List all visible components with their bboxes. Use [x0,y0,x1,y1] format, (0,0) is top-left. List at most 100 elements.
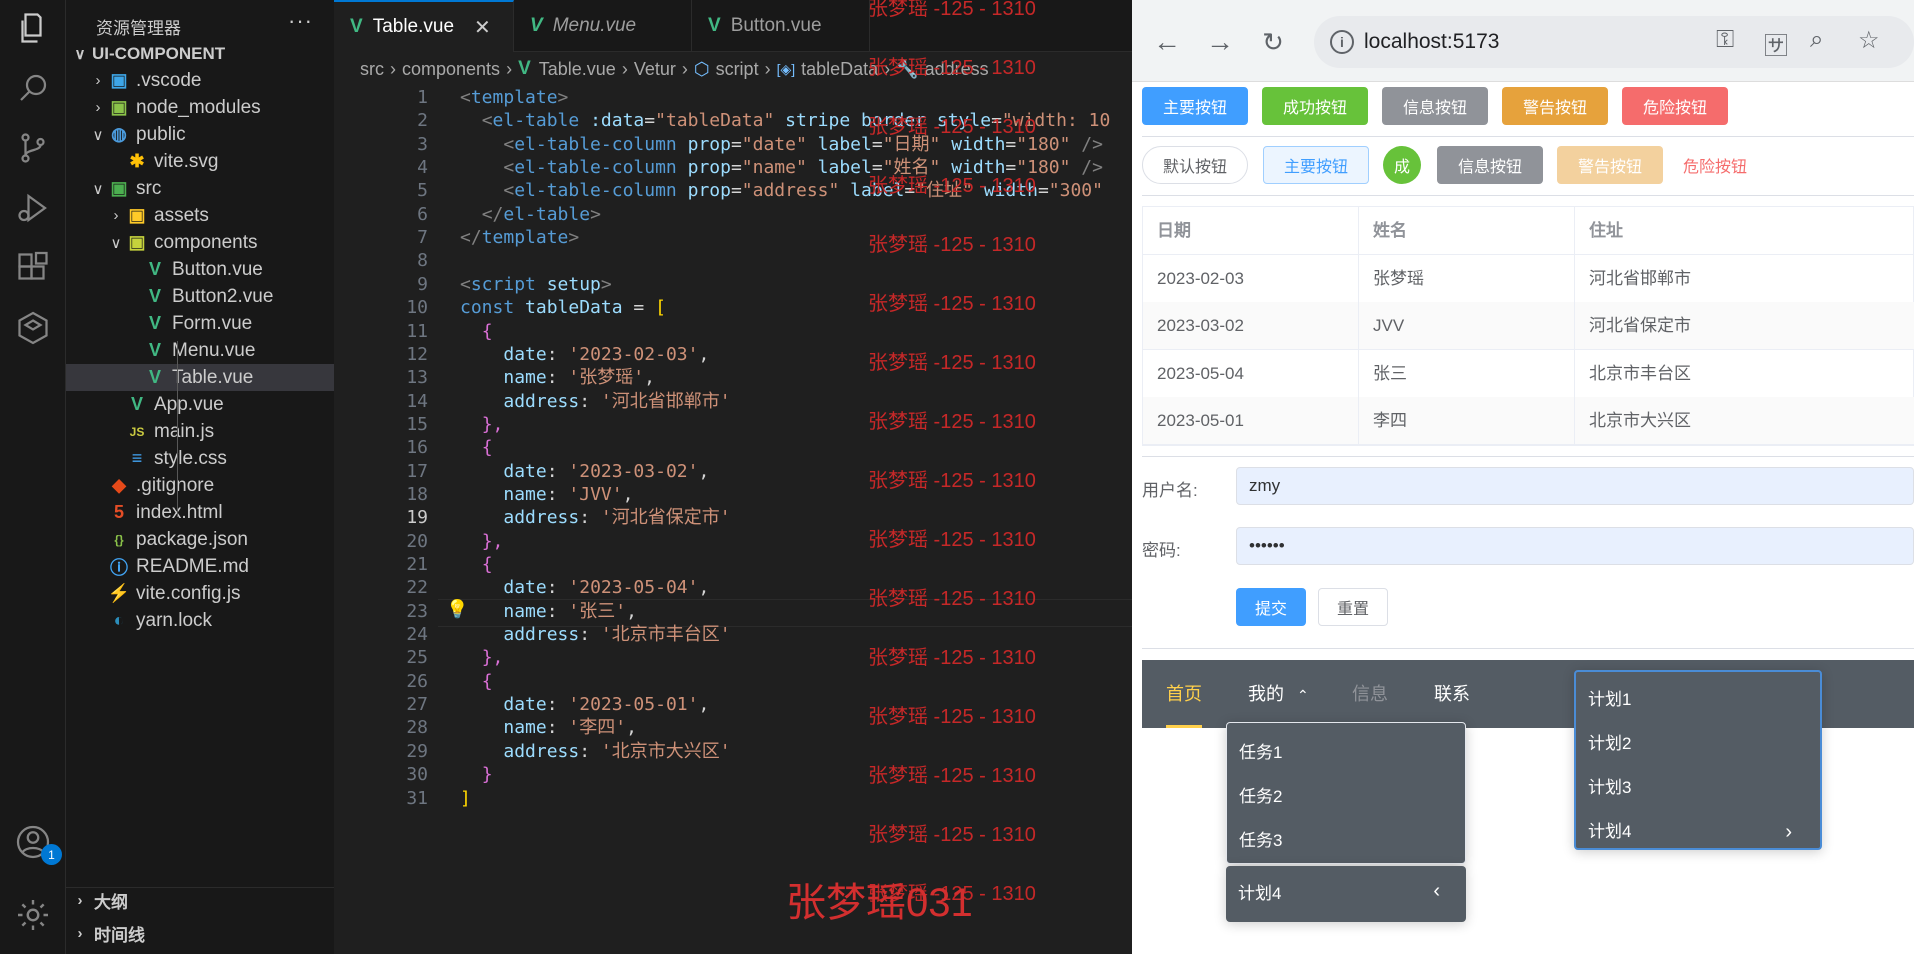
success-circle-button[interactable]: 成 [1383,146,1421,184]
reset-button[interactable]: 重置 [1318,588,1388,626]
zoom-icon[interactable]: ⌕ [1810,26,1823,54]
tree-item[interactable]: ✱ vite.svg [66,148,334,175]
tree-item[interactable]: › ▣ node_modules [66,94,334,121]
more-actions-icon[interactable]: ··· [288,8,313,34]
outline-section[interactable]: › 大纲 [66,884,334,917]
explorer-icon[interactable] [13,8,53,48]
default-round-button[interactable]: 默认按钮 [1142,146,1248,184]
tree-item[interactable]: › ▣ assets [66,202,334,229]
tree-item[interactable]: ◆ .gitignore [66,472,334,499]
tree-item[interactable]: ∨ ◍ public [66,121,334,148]
password-input[interactable]: •••••• [1236,527,1914,565]
info-button-2[interactable]: 信息按钮 [1437,146,1543,184]
tree-item[interactable]: ⚡ vite.config.js [66,580,334,607]
code-line: }, [481,413,504,435]
danger-text-button[interactable]: 危险按钮 [1672,146,1758,184]
timeline-section[interactable]: › 时间线 [66,917,334,950]
submenu-item[interactable]: 任务2 [1227,775,1465,819]
breadcrumb-item[interactable]: address [925,59,989,80]
tree-item[interactable]: {} package.json [66,526,334,553]
button-label: 警告按钮 [1522,100,1587,117]
back-icon[interactable]: ← [1147,22,1187,62]
submenu-item[interactable]: 计划4 › [1576,810,1820,854]
tree-item[interactable]: V Table.vue [66,364,334,391]
code-editor[interactable]: <template> <el-table :data="tableData" s… [438,86,1132,954]
tree-item[interactable]: V Form.vue [66,310,334,337]
code-line: <el-table-column prop="date" label="日期" … [503,133,1103,155]
tree-item[interactable]: 5 index.html [66,499,334,526]
extensions-icon[interactable] [13,248,53,288]
tree-item[interactable]: V App.vue [66,391,334,418]
tree-item[interactable]: ◐ yarn.lock [66,607,334,634]
username-input[interactable]: zmy [1236,467,1914,505]
tree-item[interactable]: ≡ style.css [66,445,334,472]
success-button[interactable]: 成功按钮 [1262,87,1368,125]
submenu-item[interactable]: 计划3 [1576,766,1820,810]
account-icon[interactable]: 1 [13,822,62,865]
tree-item[interactable]: › ▣ .vscode [66,67,334,94]
translate-icon[interactable]: 🈂 [1764,26,1788,61]
primary-plain-button[interactable]: 主要按钮 [1263,146,1369,184]
submenu-item: 计划4 [1238,884,1282,903]
breadcrumb-item[interactable]: Table.vue [539,59,616,80]
search-icon[interactable] [13,68,53,108]
tree-item[interactable]: ∨ ▣ src [66,175,334,202]
breadcrumb-item[interactable]: Vetur [634,59,676,80]
reload-icon[interactable]: ↻ [1253,22,1293,62]
tab-menu-vue[interactable]: V Menu.vue [514,0,692,52]
info-button[interactable]: 信息按钮 [1382,87,1488,125]
submenu-item[interactable]: 任务3 [1227,819,1465,863]
primary-button[interactable]: 主要按钮 [1142,87,1248,125]
breadcrumb-item[interactable]: src [360,59,384,80]
menu-item-contact[interactable]: 联系 [1434,660,1470,728]
warning-button[interactable]: 警告按钮 [1502,87,1608,125]
bookmark-star-icon[interactable]: ☆ [1858,26,1880,55]
tree-item-label: Menu.vue [172,339,256,361]
code-line: }, [481,530,504,552]
yarn-file-icon: ◐ [113,610,125,630]
password-key-icon[interactable]: ⚿ [1716,26,1734,54]
source-control-icon[interactable] [13,128,53,168]
tree-item[interactable]: V Button.vue [66,256,334,283]
menu-item-mine[interactable]: 我的 ⌃ [1248,660,1309,728]
breadcrumb-item[interactable]: components [402,59,500,80]
tree-item-label: Form.vue [172,312,253,334]
tree-item[interactable]: V Button2.vue [66,283,334,310]
tree-item[interactable]: ⓘ README.md [66,553,334,580]
code-line: address: '北京市丰台区' [503,624,731,646]
submenu-item[interactable]: 计划1 [1576,678,1820,722]
tree-item[interactable]: JS main.js [66,418,334,445]
tree-item[interactable]: ∨ UI-COMPONENT [66,40,334,67]
breadcrumb-item[interactable]: script [716,59,759,80]
tab-button-vue[interactable]: V Button.vue [692,0,870,52]
menu-item-home[interactable]: 首页 [1166,660,1202,728]
editor-tabs: V Table.vue ✕ V Menu.vue V Button.vue [334,0,1132,52]
vite-svg-icon: ✱ [129,151,145,171]
tree-item[interactable]: ∨ ▣ components [66,229,334,256]
address-bar[interactable]: i localhost:5173 [1314,16,1914,68]
submit-button[interactable]: 提交 [1236,588,1306,626]
code-line: <el-table-column prop="name" label="姓名" … [503,157,1103,179]
submenu-item[interactable]: 计划2 [1576,722,1820,766]
code-line: <el-table-column prop="address" label="住… [503,180,1103,202]
tree-item[interactable]: V Menu.vue [66,337,334,364]
info-file-icon: ⓘ [110,557,128,578]
button-label: 主要按钮 [1162,100,1227,117]
close-icon[interactable]: ✕ [474,15,491,40]
forward-icon[interactable]: → [1200,22,1240,62]
settings-gear-icon[interactable] [13,895,53,935]
tree-item-label: package.json [136,528,248,550]
chevron-left-icon: ‹ [1433,880,1440,902]
submenu-item[interactable]: 任务1 [1227,731,1465,775]
run-debug-icon[interactable] [13,188,53,228]
table-cell: 张梦瑶 [1359,254,1575,302]
remote-explorer-icon[interactable] [13,308,53,348]
submenu-footer[interactable]: 计划4 ‹ [1226,866,1466,922]
line-number: 2 [417,110,428,132]
danger-button[interactable]: 危险按钮 [1622,87,1728,125]
breadcrumb-item[interactable]: tableData [801,59,878,80]
lightbulb-icon[interactable]: 💡 [446,599,468,620]
tab-table-vue[interactable]: V Table.vue ✕ [334,0,514,52]
table-cell: 2023-05-01 [1143,397,1359,445]
site-info-icon[interactable]: i [1330,30,1354,54]
